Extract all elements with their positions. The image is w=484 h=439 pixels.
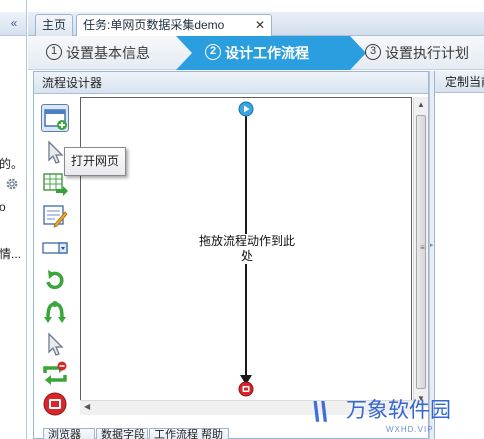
customize-panel-title: 定制当前 (435, 71, 484, 93)
tab-workflow-help[interactable]: 工作流程 帮助 (149, 428, 229, 439)
left-panel-header: « (0, 12, 26, 36)
tab-task-label: 任务:单网页数据采集demo (83, 18, 225, 32)
wizard-step-schedule[interactable]: 3 设置执行计划 (365, 36, 469, 70)
open-page-icon[interactable] (41, 104, 69, 132)
watermark-url: WXHD.VIP (386, 425, 434, 434)
wizard-step-basic-info[interactable]: 1 设置基本信息 (46, 36, 150, 70)
scroll-up-arrow-icon[interactable]: ▲ (417, 100, 425, 109)
step-number: 3 (365, 44, 381, 61)
vertical-scroll-thumb[interactable]: ≡ (416, 115, 426, 389)
start-node-icon[interactable] (238, 101, 254, 117)
condition-icon[interactable] (41, 298, 69, 326)
bottom-tab-strip: 浏览器 数据字段 工作流程 帮助 (43, 428, 243, 439)
left-panel-text-fragment: 情... (0, 247, 22, 261)
tab-home-label: 主页 (41, 18, 66, 32)
left-panel: « 的。 o 情... (0, 0, 27, 439)
canvas-vertical-scrollbar[interactable]: ▲ ≡ ▼ (413, 97, 428, 407)
gear-icon[interactable] (5, 177, 19, 191)
left-panel-text-fragment: o (0, 200, 6, 214)
loop-refresh-icon[interactable] (41, 360, 69, 388)
close-icon[interactable]: ✕ (255, 15, 265, 36)
tab-task[interactable]: 任务:单网页数据采集demo ✕ (76, 14, 272, 37)
step-label: 设置基本信息 (66, 45, 150, 61)
watermark-mark: \\ (312, 396, 328, 427)
drop-hint-text: 拖放流程动作到此处 (197, 234, 297, 264)
scroll-left-arrow-icon[interactable]: ◀ (84, 402, 90, 411)
select-dropdown-icon[interactable] (41, 234, 69, 262)
tab-browser[interactable]: 浏览器 (43, 428, 95, 439)
tool-tooltip: 打开网页 (64, 147, 127, 176)
flow-designer-panel: 流程设计器 拖放流程动作到此处 ▲ ≡ ▼ ◀ (33, 71, 429, 439)
step-number: 2 (205, 44, 221, 61)
tab-data-fields[interactable]: 数据字段 (96, 428, 148, 439)
tab-home[interactable]: 主页 (35, 14, 73, 36)
left-panel-text-fragment: 的。 (0, 157, 24, 171)
loop-icon[interactable] (41, 266, 69, 294)
wizard-step-design-workflow[interactable]: 2 设计工作流程 (205, 36, 309, 70)
splitter-arrow-icon[interactable]: ▸ (430, 241, 434, 249)
watermark-name: 万象软件园 (346, 399, 451, 422)
flow-designer-title: 流程设计器 (34, 72, 428, 94)
end-node-icon[interactable] (238, 381, 254, 397)
step-label: 设置执行计划 (385, 45, 469, 61)
workflow-canvas[interactable]: 拖放流程动作到此处 (80, 97, 412, 407)
stop-icon[interactable] (41, 390, 69, 418)
input-text-icon[interactable] (41, 202, 69, 230)
step-label: 设计工作流程 (225, 45, 309, 61)
document-tab-bar: 主页 任务:单网页数据采集demo ✕ (28, 12, 484, 37)
mouse-hover-icon[interactable] (41, 330, 69, 358)
watermark-logo: \\ 万象软件园 WXHD.VIP (300, 394, 484, 439)
step-number: 1 (46, 44, 62, 61)
wizard-step-bar: 1 设置基本信息 2 设计工作流程 3 设置执行计划 (28, 36, 484, 70)
customize-panel: 定制当前 (434, 71, 484, 439)
scroll-grip-icon: ≡ (420, 243, 425, 252)
collapse-left-button[interactable]: « (6, 15, 22, 31)
